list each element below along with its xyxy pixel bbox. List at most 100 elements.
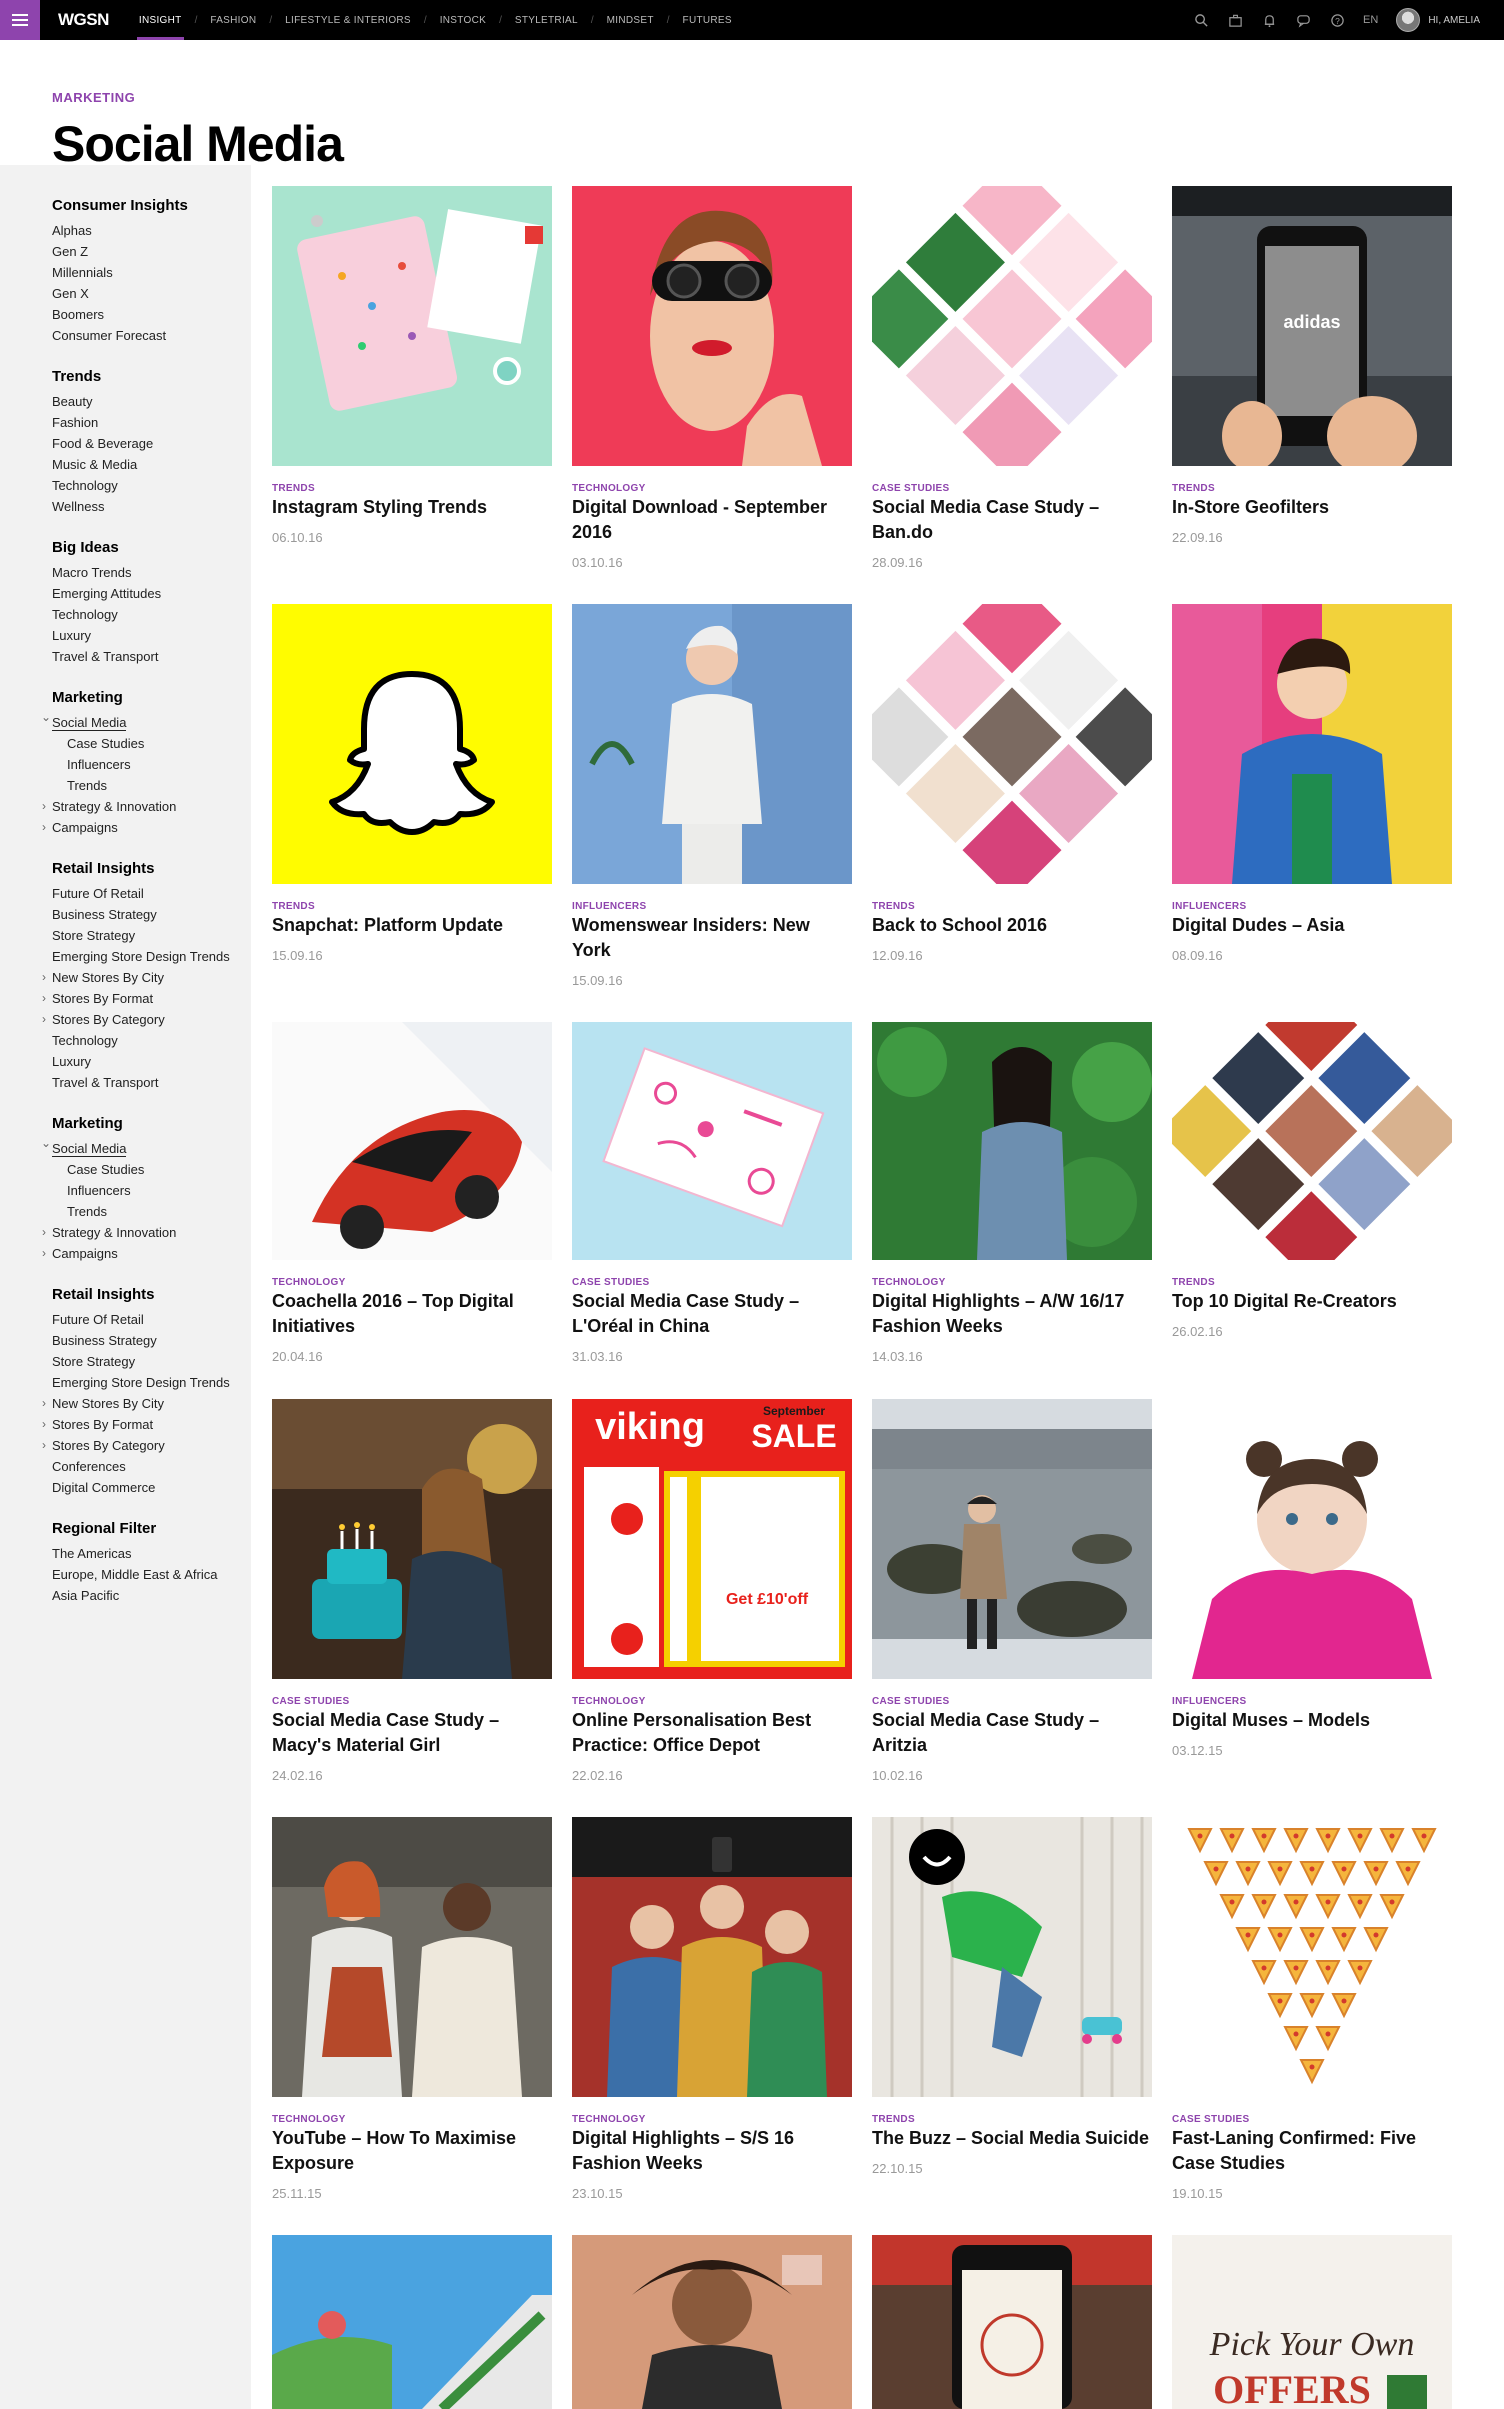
sidebar-heading[interactable]: Marketing [52, 1115, 251, 1132]
sidebar-item[interactable]: Store Strategy [52, 925, 251, 946]
article-thumbnail[interactable] [572, 1817, 852, 2097]
sidebar-item[interactable]: Music & Media [52, 454, 251, 475]
search-icon[interactable] [1193, 12, 1209, 28]
article-category[interactable]: TRENDS [1172, 1277, 1452, 1288]
article-category[interactable]: TECHNOLOGY [872, 1277, 1152, 1288]
article-title[interactable]: Social Media Case Study – L'Oréal in Chi… [572, 1289, 852, 1339]
sidebar-item[interactable]: Technology [52, 604, 251, 625]
article-title[interactable]: Womenswear Insiders: New York [572, 913, 852, 963]
sidebar-item[interactable]: Emerging Store Design Trends [52, 1372, 251, 1393]
article-thumbnail[interactable] [872, 2235, 1152, 2409]
article-title[interactable]: Digital Highlights – A/W 16/17 Fashion W… [872, 1289, 1152, 1339]
article-title[interactable]: Instagram Styling Trends [272, 495, 552, 520]
sidebar-item[interactable]: Campaigns [42, 1243, 251, 1264]
article-card[interactable] [272, 2235, 552, 2409]
sidebar-heading[interactable]: Retail Insights [52, 860, 251, 877]
article-card[interactable]: viking September SALE Get £10'off TECHNOLOG… [572, 1399, 852, 1783]
sidebar-item[interactable]: The Americas [52, 1543, 251, 1564]
article-thumbnail[interactable] [572, 186, 852, 466]
section-label[interactable]: MARKETING [52, 90, 135, 105]
article-category[interactable]: CASE STUDIES [572, 1277, 852, 1288]
article-title[interactable]: Coachella 2016 – Top Digital Initiatives [272, 1289, 552, 1339]
article-thumbnail[interactable]: Pick Your Own OFFERS [1172, 2235, 1452, 2409]
sidebar-item[interactable]: Millennials [52, 262, 251, 283]
article-category[interactable]: INFLUENCERS [1172, 901, 1452, 912]
article-category[interactable]: TECHNOLOGY [572, 1696, 852, 1707]
sidebar-item[interactable]: Alphas [52, 220, 251, 241]
article-title[interactable]: Digital Download - September 2016 [572, 495, 852, 545]
sidebar-subitem[interactable]: Case Studies [52, 733, 251, 754]
sidebar-item[interactable]: Fashion [52, 412, 251, 433]
article-thumbnail[interactable] [272, 186, 552, 466]
nav-insight[interactable]: INSIGHT [136, 0, 184, 40]
sidebar-item[interactable]: Travel & Transport [52, 646, 251, 667]
sidebar-item[interactable]: Beauty [52, 391, 251, 412]
sidebar-item-social-media[interactable]: Social Media [41, 1133, 251, 1159]
sidebar-item[interactable]: Strategy & Innovation [42, 796, 251, 817]
article-card[interactable]: TRENDS Top 10 Digital Re-Creators 26.02.… [1172, 1022, 1452, 1339]
article-category[interactable]: TRENDS [872, 901, 1152, 912]
article-card[interactable] [572, 2235, 852, 2409]
sidebar-item[interactable]: Stores By Format [42, 988, 251, 1009]
bell-icon[interactable] [1261, 12, 1277, 28]
sidebar-item[interactable]: Travel & Transport [52, 1072, 251, 1093]
article-category[interactable]: CASE STUDIES [872, 483, 1152, 494]
sidebar-item[interactable]: Europe, Middle East & Africa [52, 1564, 251, 1585]
article-thumbnail[interactable] [1172, 1817, 1452, 2097]
article-thumbnail[interactable] [1172, 1399, 1452, 1679]
article-category[interactable]: TECHNOLOGY [572, 2114, 852, 2125]
sidebar-subitem[interactable]: Trends [52, 775, 251, 796]
help-icon[interactable]: ? [1329, 12, 1345, 28]
article-thumbnail[interactable] [872, 1399, 1152, 1679]
sidebar-item[interactable]: Emerging Store Design Trends [52, 946, 251, 967]
article-thumbnail[interactable]: viking September SALE Get £10'off [572, 1399, 852, 1679]
sidebar-item[interactable]: Strategy & Innovation [42, 1222, 251, 1243]
article-card[interactable]: CASE STUDIES Social Media Case Study – B… [872, 186, 1152, 570]
sidebar-item[interactable]: Campaigns [42, 817, 251, 838]
wgsn-logo[interactable]: WGSN [58, 10, 109, 30]
article-thumbnail[interactable] [272, 604, 552, 884]
article-card[interactable]: CASE STUDIES Social Media Case Study – L… [572, 1022, 852, 1364]
article-thumbnail[interactable] [272, 1817, 552, 2097]
sidebar-item[interactable]: Emerging Attitudes [52, 583, 251, 604]
sidebar-item[interactable]: Asia Pacific [52, 1585, 251, 1606]
article-thumbnail[interactable] [1172, 1022, 1452, 1260]
article-card[interactable] [872, 2235, 1152, 2409]
article-card[interactable]: TECHNOLOGY Coachella 2016 – Top Digital … [272, 1022, 552, 1364]
article-card[interactable]: CASE STUDIES Social Media Case Study – M… [272, 1399, 552, 1783]
sidebar-item[interactable]: Consumer Forecast [52, 325, 251, 346]
nav-lifestyle-interiors[interactable]: LIFESTYLE & INTERIORS [283, 0, 413, 40]
sidebar-item-social-media[interactable]: Social Media [41, 707, 251, 733]
sidebar-item[interactable]: Boomers [52, 304, 251, 325]
chat-icon[interactable] [1295, 12, 1311, 28]
article-thumbnail[interactable] [272, 1399, 552, 1679]
article-card[interactable]: TRENDS The Buzz – Social Media Suicide 2… [872, 1817, 1152, 2176]
article-category[interactable]: TECHNOLOGY [272, 2114, 552, 2125]
sidebar-item[interactable]: Stores By Category [42, 1009, 251, 1030]
article-card[interactable]: TECHNOLOGY Digital Highlights – S/S 16 F… [572, 1817, 852, 2201]
article-card[interactable]: TECHNOLOGY YouTube – How To Maximise Exp… [272, 1817, 552, 2201]
briefcase-icon[interactable] [1227, 12, 1243, 28]
article-category[interactable]: CASE STUDIES [1172, 2114, 1452, 2125]
article-thumbnail[interactable] [1172, 604, 1452, 884]
article-card[interactable]: TRENDS Snapchat: Platform Update 15.09.1… [272, 604, 552, 963]
article-title[interactable]: Fast-Laning Confirmed: Five Case Studies [1172, 2126, 1452, 2176]
article-category[interactable]: TRENDS [272, 483, 552, 494]
article-category[interactable]: CASE STUDIES [872, 1696, 1152, 1707]
article-title[interactable]: Digital Muses – Models [1172, 1708, 1452, 1733]
article-thumbnail[interactable] [872, 1817, 1152, 2097]
sidebar-item[interactable]: Business Strategy [52, 1330, 251, 1351]
sidebar-heading[interactable]: Consumer Insights [52, 197, 251, 214]
nav-instock[interactable]: INSTOCK [438, 0, 488, 40]
article-thumbnail[interactable] [272, 1022, 552, 1260]
sidebar-item[interactable]: Luxury [52, 1051, 251, 1072]
nav-futures[interactable]: FUTURES [681, 0, 734, 40]
article-title[interactable]: The Buzz – Social Media Suicide [872, 2126, 1152, 2151]
nav-styletrial[interactable]: STYLETRIAL [513, 0, 580, 40]
sidebar-item[interactable]: Macro Trends [52, 562, 251, 583]
sidebar-subitem[interactable]: Influencers [52, 754, 251, 775]
sidebar-item[interactable]: Luxury [52, 625, 251, 646]
sidebar-item[interactable]: Future Of Retail [52, 883, 251, 904]
article-card[interactable]: TECHNOLOGY Digital Highlights – A/W 16/1… [872, 1022, 1152, 1364]
article-thumbnail[interactable] [572, 2235, 852, 2409]
